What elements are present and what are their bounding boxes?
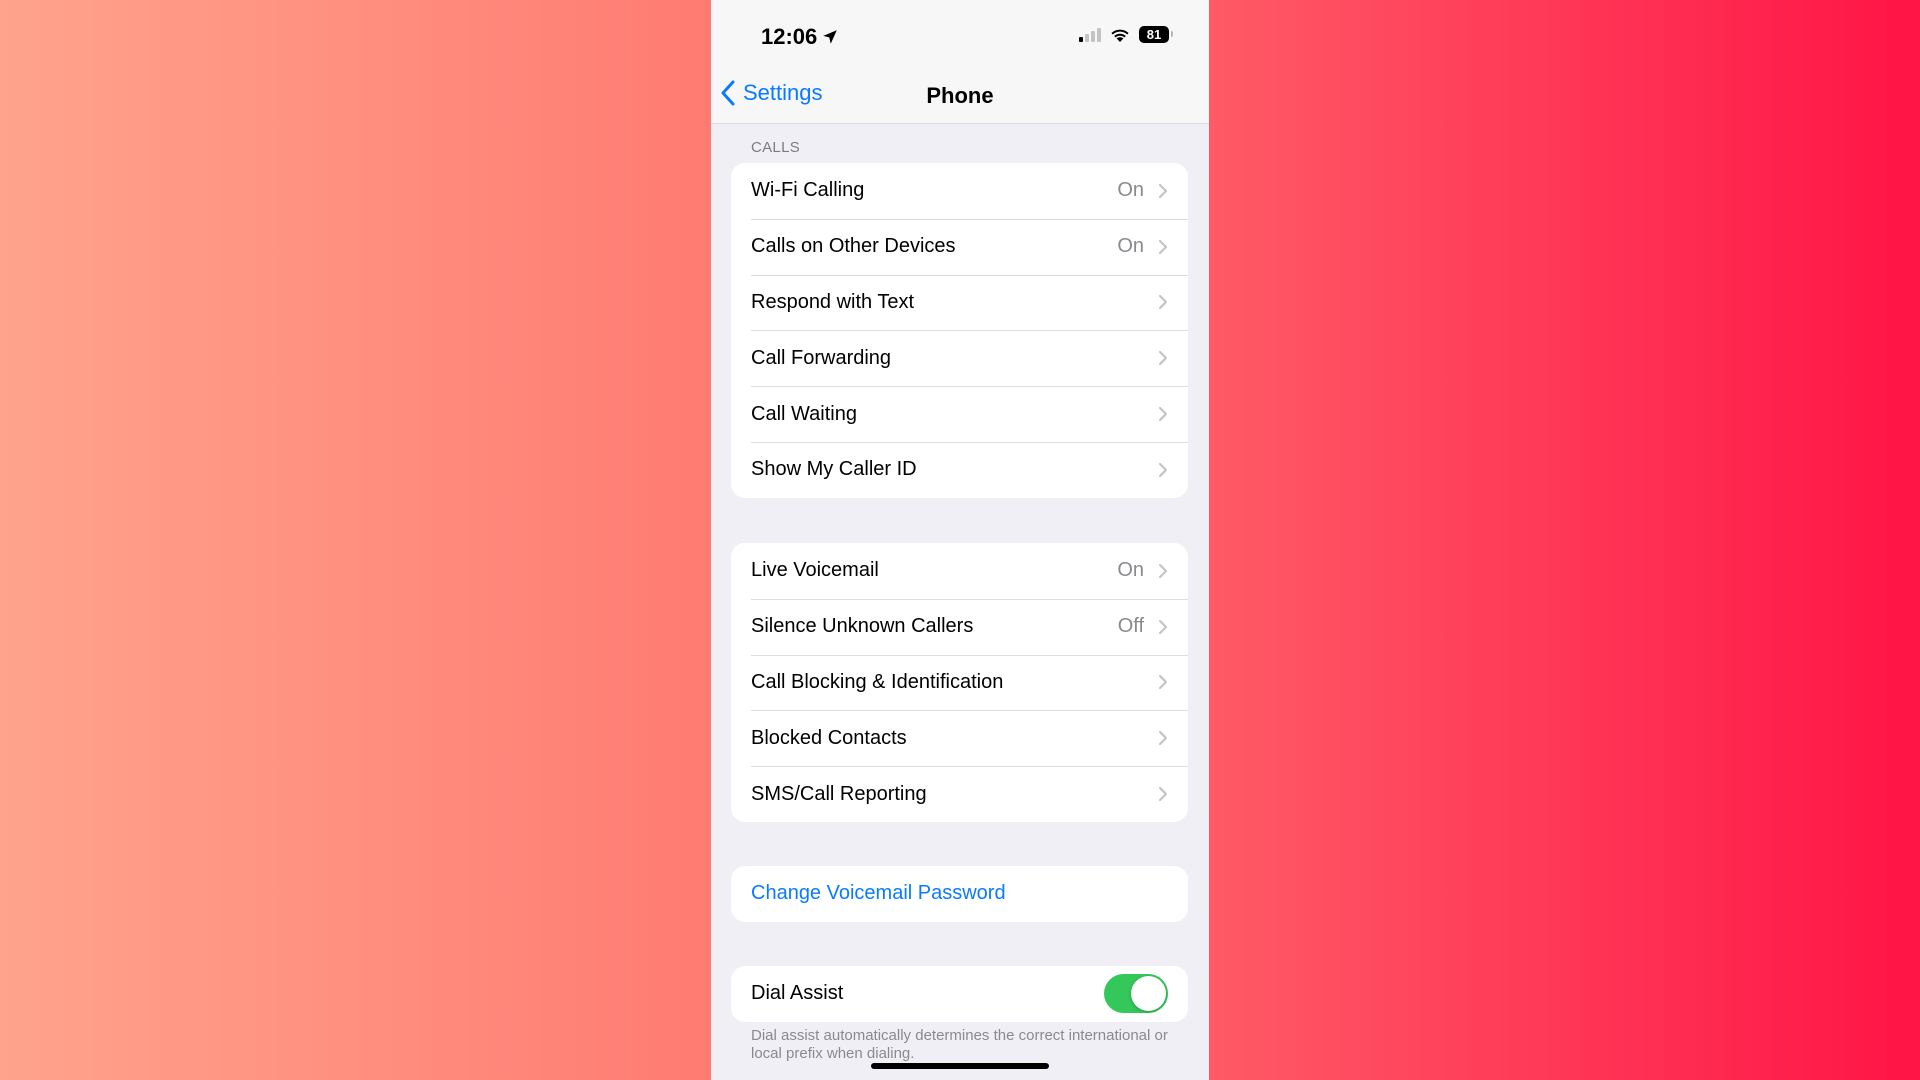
battery-icon: 81 bbox=[1139, 26, 1173, 43]
battery-percent: 81 bbox=[1146, 27, 1162, 42]
row-value: On bbox=[1117, 235, 1144, 258]
row-label: Live Voicemail bbox=[751, 559, 879, 582]
row-value: Off bbox=[1117, 615, 1144, 638]
row-respond-with-text[interactable]: Respond with Text bbox=[731, 274, 1188, 331]
row-call-waiting[interactable]: Call Waiting bbox=[731, 386, 1188, 442]
row-live-voicemail[interactable]: Live Voicemail On bbox=[731, 543, 1188, 599]
wifi-icon bbox=[1111, 29, 1129, 42]
row-dial-assist: Dial Assist bbox=[731, 966, 1188, 1022]
cellular-signal-icon bbox=[1079, 27, 1101, 42]
page-title: Phone bbox=[926, 83, 994, 108]
row-label: Wi-Fi Calling bbox=[751, 179, 865, 202]
chevron-right-icon bbox=[1158, 351, 1168, 366]
row-label: Dial Assist bbox=[751, 982, 844, 1005]
change-voicemail-password-button[interactable]: Change Voicemail Password bbox=[731, 866, 1188, 922]
row-label: Show My Caller ID bbox=[751, 458, 917, 481]
row-label: Calls on Other Devices bbox=[751, 235, 956, 258]
time-text: 12:06 bbox=[761, 24, 818, 49]
row-call-blocking-identification[interactable]: Call Blocking & Identification bbox=[731, 654, 1188, 711]
chevron-right-icon bbox=[1158, 462, 1168, 477]
phone-screen: 12:06 81 Settings Phone CALLS Wi-Fi Call… bbox=[711, 0, 1209, 1080]
chevron-right-icon bbox=[1158, 619, 1168, 634]
toggle-knob bbox=[1131, 976, 1166, 1012]
chevron-right-icon bbox=[1158, 731, 1168, 746]
row-label: Change Voicemail Password bbox=[751, 882, 1006, 905]
home-indicator[interactable] bbox=[871, 1063, 1049, 1069]
row-value: On bbox=[1117, 559, 1144, 582]
row-blocked-contacts[interactable]: Blocked Contacts bbox=[731, 710, 1188, 766]
chevron-right-icon bbox=[1158, 406, 1168, 422]
row-show-my-caller-id[interactable]: Show My Caller ID bbox=[731, 441, 1188, 498]
section-header-calls: CALLS bbox=[751, 139, 801, 156]
dial-assist-group: Dial Assist bbox=[731, 966, 1188, 1022]
row-silence-unknown-callers[interactable]: Silence Unknown Callers Off bbox=[731, 598, 1188, 655]
row-label: Call Forwarding bbox=[751, 346, 892, 369]
row-value: On bbox=[1117, 179, 1144, 202]
chevron-right-icon bbox=[1158, 183, 1168, 198]
top-bar: 12:06 81 Settings Phone bbox=[711, 0, 1209, 124]
voicemail-group: Live Voicemail On Silence Unknown Caller… bbox=[731, 543, 1188, 822]
location-arrow-icon bbox=[823, 30, 838, 44]
chevron-right-icon bbox=[1158, 563, 1168, 578]
chevron-right-icon bbox=[1158, 786, 1168, 802]
row-calls-on-other-devices[interactable]: Calls on Other Devices On bbox=[731, 218, 1188, 275]
status-indicators: 81 bbox=[1079, 26, 1173, 43]
row-label: Call Blocking & Identification bbox=[751, 670, 1004, 693]
row-label: Call Waiting bbox=[751, 402, 857, 425]
row-label: SMS/Call Reporting bbox=[751, 782, 927, 805]
dial-assist-footnote: Dial assist automatically determines the… bbox=[751, 1027, 1168, 1062]
dial-assist-toggle[interactable] bbox=[1104, 974, 1168, 1014]
row-label: Silence Unknown Callers bbox=[751, 615, 974, 638]
chevron-right-icon bbox=[1158, 295, 1168, 310]
change-voicemail-password-group: Change Voicemail Password bbox=[731, 866, 1188, 922]
chevron-right-icon bbox=[1158, 675, 1168, 690]
status-time: 12:06 bbox=[761, 24, 839, 50]
row-sms-call-reporting[interactable]: SMS/Call Reporting bbox=[731, 766, 1188, 822]
row-label: Respond with Text bbox=[751, 290, 915, 313]
row-call-forwarding[interactable]: Call Forwarding bbox=[731, 330, 1188, 386]
row-wifi-calling[interactable]: Wi-Fi Calling On bbox=[731, 163, 1188, 219]
calls-group: Wi-Fi Calling On Calls on Other Devices … bbox=[731, 163, 1188, 498]
chevron-right-icon bbox=[1158, 239, 1168, 254]
row-label: Blocked Contacts bbox=[751, 726, 907, 749]
